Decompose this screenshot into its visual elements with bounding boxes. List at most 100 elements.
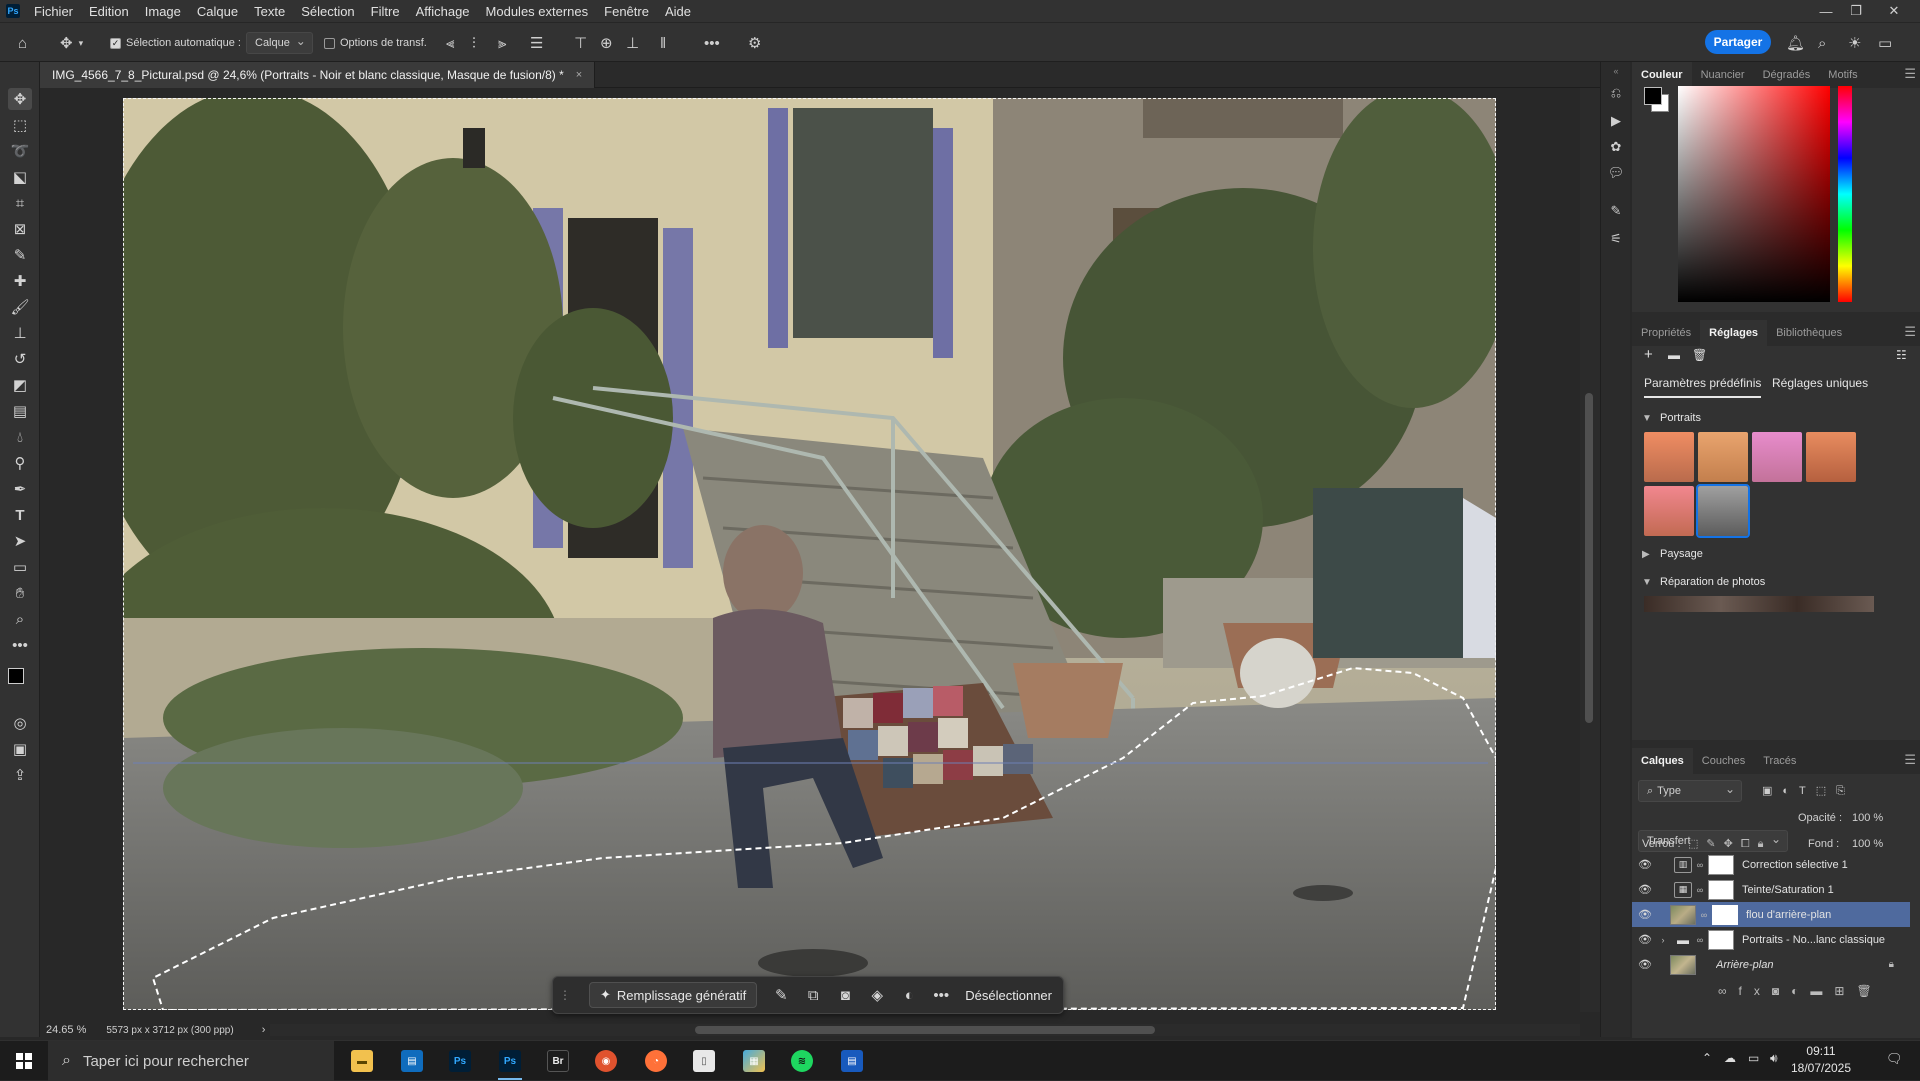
lasso-tool[interactable]: ➰ — [8, 140, 32, 162]
align-top-button[interactable]: ⊤ — [574, 23, 587, 63]
preset-thumbnail[interactable] — [1644, 486, 1694, 536]
taskbar-search[interactable]: ⌕ Taper ici pour rechercher — [48, 1041, 334, 1081]
home-button[interactable]: ⌂ — [18, 23, 27, 63]
mask-from-selection-button[interactable]: ◙ — [829, 982, 861, 1008]
tab-bibliotheques[interactable]: Bibliothèques — [1767, 320, 1851, 346]
drag-handle-icon[interactable]: ⋮ — [559, 988, 571, 1002]
layer-filter-select[interactable]: ⌕ Type — [1638, 780, 1742, 802]
eye-icon[interactable]: 👁︎ — [1634, 883, 1656, 896]
list-view-icon[interactable]: ☷ — [1896, 348, 1907, 362]
menu-fichier[interactable]: Fichier — [34, 4, 73, 19]
spotify-app[interactable]: ≋ — [782, 1046, 822, 1076]
object-select-tool[interactable]: ⬕ — [8, 166, 32, 188]
layer-actions-bar[interactable]: ∞fx◙◐▬⊞🗑︎ — [1718, 984, 1884, 998]
layer-row[interactable]: 👁︎ Arrière-plan 🔒︎ — [1632, 952, 1910, 977]
plugins-panel-icon[interactable]: ✿ — [1607, 138, 1625, 156]
link-icon[interactable]: ∞ — [1699, 910, 1709, 920]
deselect-button[interactable]: Désélectionner — [965, 988, 1052, 1003]
preset-thumbnail[interactable] — [1806, 432, 1856, 482]
link-icon[interactable]: ∞ — [1695, 885, 1705, 895]
auto-select-checkbox[interactable]: ✓ Sélection automatique : — [110, 23, 241, 63]
tab-motifs[interactable]: Motifs — [1819, 62, 1866, 88]
tab-degrades[interactable]: Dégradés — [1754, 62, 1820, 88]
menu-edition[interactable]: Edition — [89, 4, 129, 19]
section-portraits[interactable]: ▼ Portraits — [1642, 412, 1701, 424]
actions-panel-icon[interactable]: ▶ — [1607, 112, 1625, 130]
search-button[interactable]: ⌕ — [1818, 23, 1826, 63]
menu-texte[interactable]: Texte — [254, 4, 285, 19]
generative-fill-button[interactable]: ✦ Remplissage génératif — [589, 982, 758, 1008]
menu-affichage[interactable]: Affichage — [416, 4, 470, 19]
notifications-button[interactable]: 🔔︎ — [1786, 23, 1805, 63]
tab-couches[interactable]: Couches — [1693, 748, 1754, 774]
document-image[interactable] — [123, 98, 1496, 1010]
marquee-tool[interactable]: ⬚ — [8, 114, 32, 136]
start-button[interactable] — [0, 1041, 48, 1081]
more-options-button[interactable]: ••• — [704, 23, 720, 63]
opacity-value[interactable]: 100 % — [1852, 812, 1883, 824]
move-tool[interactable]: ✥ — [8, 88, 32, 110]
distribute-button[interactable]: ☰ — [530, 23, 543, 63]
type-tool[interactable]: T — [8, 504, 32, 526]
share-for-review-button[interactable]: ⇪ — [8, 764, 32, 786]
pen-tool[interactable]: ✒ — [8, 478, 32, 500]
layer-row[interactable]: 👁︎ ▦ ∞ Teinte/Saturation 1 — [1632, 877, 1910, 902]
section-paysage[interactable]: ▶ Paysage — [1642, 548, 1703, 560]
app-orange[interactable]: ◉ — [586, 1046, 626, 1076]
document-app[interactable]: ▯ — [684, 1046, 724, 1076]
eye-icon[interactable]: 👁︎ — [1634, 908, 1656, 921]
network-icon[interactable]: ▭ — [1748, 1051, 1759, 1065]
eye-icon[interactable]: 👁︎ — [1634, 858, 1656, 871]
more-actions-button[interactable]: ••• — [925, 982, 957, 1008]
adjustment-layer-button[interactable]: ◐ — [893, 982, 925, 1008]
panel-menu-icon[interactable]: ☰ — [1904, 324, 1916, 340]
zoom-tool[interactable]: ⌕ — [8, 608, 32, 630]
layer-row[interactable]: 👁︎ ▥ ∞ Correction sélective 1 — [1632, 852, 1910, 877]
foreground-swatch[interactable] — [1644, 87, 1662, 105]
firefox-app[interactable]: ◔ — [636, 1046, 676, 1076]
layer-row-selected[interactable]: 👁︎ ∞ flou d'arrière-plan — [1632, 902, 1910, 927]
eraser-tool[interactable]: ◩ — [8, 374, 32, 396]
align-left-button[interactable]: ⫷ — [446, 23, 454, 63]
menu-modules-externes[interactable]: Modules externes — [486, 4, 589, 19]
menu-filtre[interactable]: Filtre — [371, 4, 400, 19]
tab-couleur[interactable]: Couleur — [1632, 62, 1692, 88]
layer-mask-thumbnail[interactable] — [1712, 904, 1738, 925]
layer-thumbnail[interactable] — [1670, 954, 1696, 975]
chevron-right-icon[interactable]: › — [1656, 935, 1670, 945]
preset-thumbnail-selected[interactable] — [1696, 484, 1750, 538]
tab-presets[interactable]: Paramètres prédéfinis — [1644, 376, 1762, 398]
panel-menu-icon[interactable]: ☰ — [1904, 66, 1916, 82]
volume-icon[interactable]: 🔊︎ — [1770, 1051, 1778, 1066]
crop-tool[interactable]: ⌗ — [8, 192, 32, 214]
tray-chevron-up-icon[interactable]: ⌃ — [1702, 1051, 1712, 1065]
repair-presets-strip[interactable] — [1644, 596, 1874, 612]
comments-panel-icon[interactable]: 💬︎ — [1607, 164, 1625, 182]
brush-tool[interactable]: 🖌︎ — [8, 296, 32, 318]
menu-fenetre[interactable]: Fenêtre — [604, 4, 649, 19]
layer-filter-icons[interactable]: ▣◐T⬚⎘ — [1762, 784, 1855, 798]
menu-selection[interactable]: Sélection — [301, 4, 354, 19]
photos-app[interactable]: ▦ — [734, 1046, 774, 1076]
layer-mask-thumbnail[interactable] — [1708, 879, 1734, 900]
link-icon[interactable]: ∞ — [1695, 860, 1705, 870]
notification-center-icon[interactable]: 🗨︎ — [1886, 1051, 1903, 1067]
align-right-button[interactable]: ⫸ — [498, 23, 506, 63]
tab-proprietes[interactable]: Propriétés — [1632, 320, 1700, 346]
fill-selection-button[interactable]: ◈ — [861, 982, 893, 1008]
close-document-icon[interactable]: × — [576, 69, 582, 81]
layer-row[interactable]: 👁︎ › ▬ ∞ Portraits - No...lanc classique — [1632, 927, 1910, 952]
photoshop-app-1[interactable]: Ps — [440, 1046, 480, 1076]
eye-icon[interactable]: 👁︎ — [1634, 958, 1656, 971]
auto-select-target-select[interactable]: Calque — [246, 32, 313, 54]
history-panel-icon[interactable]: ⎌ — [1607, 84, 1625, 102]
move-tool-preset[interactable]: ✥ ▾ — [60, 23, 83, 63]
tab-traces[interactable]: Tracés — [1754, 748, 1805, 774]
document-tab[interactable]: IMG_4566_7_8_Pictural.psd @ 24,6% (Portr… — [40, 62, 596, 88]
menu-calque[interactable]: Calque — [197, 4, 238, 19]
gradient-tool[interactable]: ▤ — [8, 400, 32, 422]
layer-thumbnail[interactable] — [1670, 904, 1696, 925]
fill-value[interactable]: 100 % — [1852, 838, 1883, 850]
settings-button[interactable]: ⚙ — [748, 23, 761, 63]
brushes-panel-icon[interactable]: ✎ — [1607, 202, 1625, 220]
